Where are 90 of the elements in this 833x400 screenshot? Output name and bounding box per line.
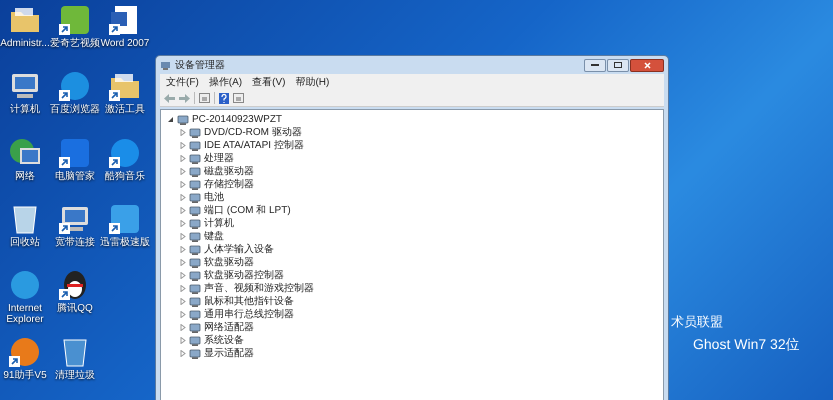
help-icon[interactable] (219, 92, 229, 104)
collapsed-arrow-icon[interactable] (179, 233, 186, 240)
collapsed-arrow-icon[interactable] (179, 298, 186, 305)
properties-icon[interactable] (233, 93, 244, 103)
desktop-icon-label[interactable]: 宽带连接 (50, 236, 100, 248)
device-icon (189, 140, 201, 152)
tree-item[interactable]: DVD/CD-ROM 驱动器 (204, 125, 302, 140)
tree-item[interactable]: 通用串行总线控制器 (204, 307, 294, 322)
tree-item[interactable]: 软盘驱动器 (204, 255, 254, 270)
tree-item[interactable]: PC-20140923WPZT (192, 112, 282, 127)
collapsed-arrow-icon[interactable] (179, 155, 186, 162)
device-icon (189, 178, 201, 190)
wallpaper-text: Ghost Win7 32位 (693, 334, 800, 354)
tree-item[interactable]: 声音、视频和游戏控制器 (204, 281, 314, 296)
tree-item[interactable]: IDE ATA/ATAPI 控制器 (204, 138, 304, 153)
menu-item[interactable]: 帮助(H) (295, 74, 330, 90)
device-icon (189, 270, 201, 282)
desktop-icon-label[interactable]: 清理垃圾 (50, 370, 100, 381)
menu-item[interactable]: 操作(A) (208, 74, 242, 90)
collapsed-arrow-icon[interactable] (179, 207, 186, 214)
desktop-icon-label[interactable]: 腾讯QQ (50, 303, 100, 314)
expanded-arrow-icon[interactable] (167, 116, 174, 123)
collapsed-arrow-icon[interactable] (179, 311, 186, 318)
device-icon (189, 256, 201, 268)
device-icon (189, 334, 201, 346)
device-icon (189, 348, 201, 360)
tree-item[interactable]: 显示适配器 (204, 346, 254, 361)
collapsed-arrow-icon[interactable] (179, 259, 186, 266)
collapsed-arrow-icon[interactable] (179, 181, 186, 188)
device-icon (189, 322, 201, 334)
device-icon (189, 308, 201, 320)
collapsed-arrow-icon[interactable] (179, 194, 186, 201)
tree-item[interactable]: 鼠标和其他指针设备 (204, 294, 294, 309)
desktop-icon-label[interactable]: 爱奇艺视频 (50, 38, 100, 49)
menu-item[interactable]: 文件(F) (166, 74, 199, 90)
tree-item[interactable]: 网络适配器 (204, 320, 254, 335)
collapsed-arrow-icon[interactable] (179, 129, 186, 136)
collapsed-arrow-icon[interactable] (179, 272, 186, 279)
tree-item[interactable]: 存储控制器 (204, 177, 254, 192)
desktop-icon-label[interactable]: 迅雷极速版 (100, 236, 150, 248)
maximize-button[interactable] (607, 58, 629, 72)
tree-item[interactable]: 人体学输入设备 (204, 242, 274, 257)
device-icon (189, 296, 201, 308)
collapsed-arrow-icon[interactable] (179, 350, 186, 357)
menu-item[interactable]: 查看(V) (252, 74, 286, 90)
collapsed-arrow-icon[interactable] (179, 220, 186, 227)
tree-item[interactable]: 键盘 (204, 229, 224, 244)
tree-item[interactable]: 端口 (COM 和 LPT) (204, 203, 291, 218)
tree-item[interactable]: 磁盘驱动器 (204, 164, 254, 179)
close-icon (644, 62, 650, 68)
computer-icon (160, 60, 171, 70)
back-arrow-icon[interactable] (164, 94, 175, 102)
tree-item[interactable]: 计算机 (204, 216, 234, 231)
desktop-icon-label[interactable]: 91助手V5 (0, 370, 50, 381)
device-icon (177, 114, 189, 126)
device-icon (189, 166, 201, 178)
close-button[interactable] (630, 58, 664, 72)
device-icon (189, 230, 201, 242)
desktop-icon-label[interactable]: 回收站 (0, 236, 50, 248)
desktop-icon-label[interactable]: 酷狗音乐 (100, 170, 150, 182)
collapsed-arrow-icon[interactable] (179, 324, 186, 331)
properties-icon[interactable] (199, 93, 210, 103)
device-icon (189, 218, 201, 230)
device-icon (189, 126, 201, 138)
tree-item[interactable]: 处理器 (204, 151, 234, 166)
device-icon (189, 282, 201, 294)
collapsed-arrow-icon[interactable] (179, 285, 186, 292)
device-icon (189, 152, 201, 164)
desktop-icon-label[interactable]: 百度浏览器 (50, 104, 100, 116)
desktop-icon-label[interactable]: 电脑管家 (50, 170, 100, 182)
collapsed-arrow-icon[interactable] (179, 337, 186, 344)
device-icon (189, 192, 201, 204)
wallpaper-text: 术员联盟 (671, 313, 723, 331)
collapsed-arrow-icon[interactable] (179, 142, 186, 149)
desktop-icon-label[interactable]: Administr... (0, 38, 50, 49)
tree-item[interactable]: 电池 (204, 190, 224, 205)
forward-arrow-icon[interactable] (179, 94, 190, 102)
desktop-icon-label[interactable]: 网络 (0, 170, 50, 182)
window-title: 设备管理器 (175, 58, 225, 72)
collapsed-arrow-icon[interactable] (179, 168, 186, 175)
desktop-icon-label[interactable]: 计算机 (0, 104, 50, 116)
device-icon (189, 244, 201, 256)
device-icon (189, 204, 201, 216)
desktop-icon-label[interactable]: 激活工具 (100, 104, 150, 116)
tree-item[interactable]: 软盘驱动器控制器 (204, 268, 284, 283)
desktop-icon-label[interactable]: Internet Explorer (0, 303, 50, 326)
minimize-button[interactable] (584, 58, 606, 72)
desktop-icon-label[interactable]: Word 2007 (100, 38, 150, 49)
tree-item[interactable]: 系统设备 (204, 333, 244, 348)
collapsed-arrow-icon[interactable] (179, 246, 186, 253)
